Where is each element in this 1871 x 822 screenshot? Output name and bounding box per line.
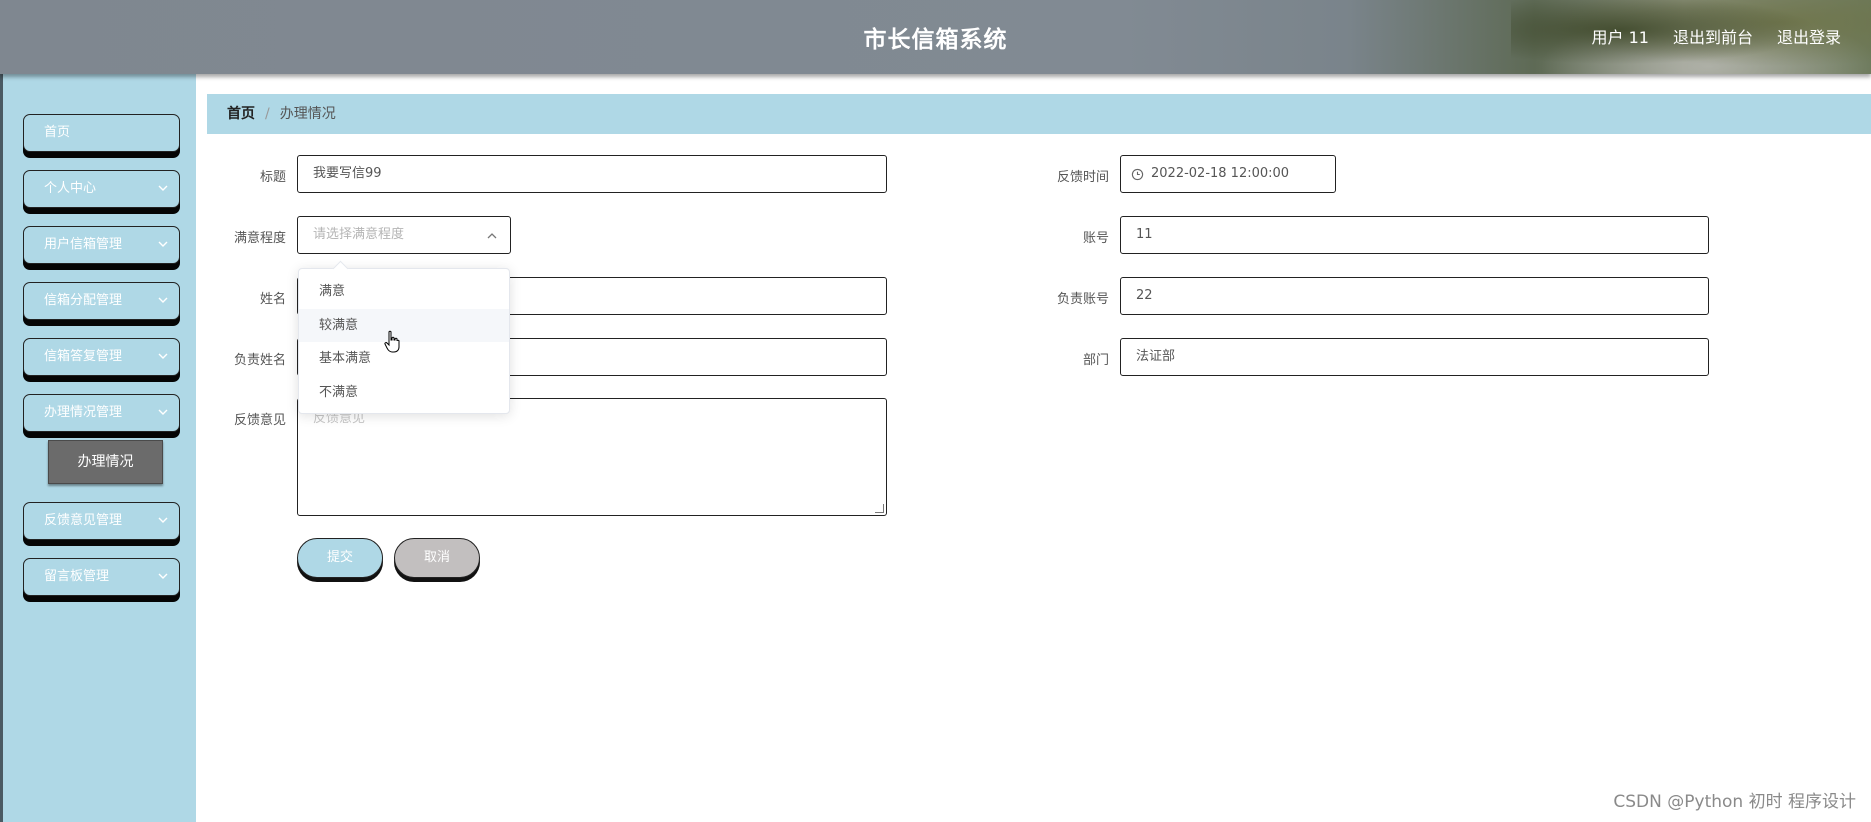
- sidebar-item-feedback[interactable]: 反馈意见管理: [23, 502, 180, 540]
- logout-link[interactable]: 退出登录: [1777, 24, 1841, 48]
- account-input[interactable]: 11: [1120, 216, 1709, 254]
- title-label: 标题: [259, 170, 286, 185]
- owner-name-label: 负责姓名: [233, 353, 286, 368]
- breadcrumb-current: 办理情况: [279, 106, 336, 122]
- back-to-frontend-link[interactable]: 退出到前台: [1673, 24, 1753, 48]
- sidebar-item-label: 用户信箱管理: [44, 237, 123, 252]
- watermark: CSDN @Python 初时 程序设计: [1613, 792, 1856, 812]
- sidebar: 首页 个人中心 用户信箱管理 信箱分配管理 信箱答复管理 办理情况管理 办理情况…: [0, 74, 196, 822]
- header-links: 用户 11 退出到前台 退出登录: [1592, 24, 1841, 48]
- account-label: 账号: [1082, 231, 1109, 246]
- chevron-down-icon: [158, 241, 168, 247]
- dropdown-option[interactable]: 基本满意: [299, 342, 509, 376]
- department-input[interactable]: 法证部: [1120, 338, 1709, 376]
- chevron-down-icon: [158, 517, 168, 523]
- breadcrumb-home[interactable]: 首页: [227, 106, 255, 122]
- feedback-textarea[interactable]: 反馈意见: [297, 398, 887, 516]
- satisfaction-select[interactable]: 请选择满意程度: [297, 216, 511, 254]
- dropdown-option[interactable]: 不满意: [299, 376, 509, 410]
- chevron-down-icon: [158, 573, 168, 579]
- hand-cursor-icon: [384, 330, 400, 353]
- top-header: 市长信箱系统 用户 11 退出到前台 退出登录: [0, 0, 1871, 74]
- app-title: 市长信箱系统: [863, 27, 1008, 53]
- feedback-time-value: 2022-02-18 12:00:00: [1151, 166, 1290, 181]
- satisfaction-label: 满意程度: [233, 231, 286, 246]
- cancel-button[interactable]: 取消: [394, 538, 480, 578]
- clock-icon: [1131, 168, 1144, 181]
- sidebar-item-label: 信箱分配管理: [44, 293, 123, 308]
- satisfaction-dropdown: 满意 较满意 基本满意 不满意: [298, 260, 510, 414]
- owner-account-input[interactable]: 22: [1120, 277, 1709, 315]
- name-label: 姓名: [259, 292, 286, 307]
- sidebar-item-mailbox-reply[interactable]: 信箱答复管理: [23, 338, 180, 376]
- feedback-time-label: 反馈时间: [1056, 170, 1109, 185]
- current-user-link[interactable]: 用户 11: [1592, 24, 1649, 48]
- sidebar-item-message-board[interactable]: 留言板管理: [23, 558, 180, 596]
- dropdown-arrow: [332, 260, 349, 277]
- dropdown-option[interactable]: 较满意: [299, 308, 509, 342]
- owner-account-label: 负责账号: [1056, 292, 1109, 307]
- sidebar-item-label: 反馈意见管理: [44, 513, 123, 528]
- sidebar-item-label: 个人中心: [44, 181, 97, 196]
- sidebar-item-personal-center[interactable]: 个人中心: [23, 170, 180, 208]
- sidebar-item-label: 首页: [44, 125, 71, 140]
- resize-grip-icon[interactable]: [875, 504, 884, 513]
- sidebar-item-label: 信箱答复管理: [44, 349, 123, 364]
- sidebar-item-label: 留言板管理: [44, 569, 110, 584]
- feedback-label: 反馈意见: [233, 413, 286, 428]
- satisfaction-select-placeholder: 请选择满意程度: [313, 227, 405, 242]
- chevron-down-icon: [158, 297, 168, 303]
- breadcrumb: 首页 / 办理情况: [207, 94, 1871, 134]
- chevron-down-icon: [158, 185, 168, 191]
- sidebar-item-mailbox-assign[interactable]: 信箱分配管理: [23, 282, 180, 320]
- chevron-down-icon: [158, 353, 168, 359]
- department-label: 部门: [1082, 353, 1109, 368]
- dropdown-option[interactable]: 满意: [299, 275, 509, 309]
- feedback-time-picker[interactable]: 2022-02-18 12:00:00: [1120, 155, 1336, 193]
- sidebar-subitem-handling[interactable]: 办理情况: [48, 440, 163, 484]
- sidebar-item-home[interactable]: 首页: [23, 114, 180, 152]
- title-input[interactable]: 我要写信99: [297, 155, 887, 193]
- chevron-up-icon: [487, 233, 497, 239]
- chevron-down-icon: [158, 409, 168, 415]
- sidebar-item-handling-status[interactable]: 办理情况管理: [23, 394, 180, 432]
- breadcrumb-separator: /: [265, 106, 270, 122]
- sidebar-item-label: 办理情况管理: [44, 405, 123, 420]
- sidebar-item-user-mailbox[interactable]: 用户信箱管理: [23, 226, 180, 264]
- submit-button[interactable]: 提交: [297, 538, 383, 578]
